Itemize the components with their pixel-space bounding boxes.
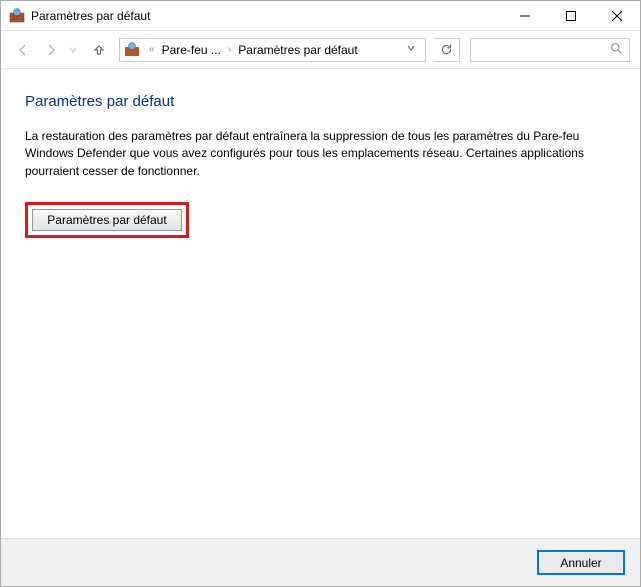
back-button[interactable] [11, 38, 35, 62]
cancel-button[interactable]: Annuler [538, 551, 624, 574]
address-bar[interactable]: « Pare-feu ... › Paramètres par défaut [119, 38, 426, 62]
content-area: Paramètres par défaut La restauration de… [1, 69, 640, 538]
highlight-annotation: Paramètres par défaut [25, 202, 189, 238]
up-button[interactable] [87, 38, 111, 62]
close-button[interactable] [594, 1, 640, 30]
search-icon [610, 42, 623, 58]
recent-locations-chevron[interactable] [67, 38, 79, 62]
page-heading: Paramètres par défaut [25, 93, 616, 110]
forward-button[interactable] [39, 38, 63, 62]
minimize-button[interactable] [502, 1, 548, 30]
breadcrumb-item[interactable]: Pare-feu ... [160, 43, 223, 57]
chevron-right-icon: › [223, 44, 236, 55]
firewall-icon [9, 8, 25, 24]
search-box[interactable] [470, 38, 630, 62]
maximize-button[interactable] [548, 1, 594, 30]
window-title: Paramètres par défaut [31, 9, 502, 23]
window-controls [502, 1, 640, 30]
footer-bar: Annuler [1, 538, 640, 586]
breadcrumb-prefix: « [144, 44, 160, 55]
restore-defaults-button[interactable]: Paramètres par défaut [32, 209, 182, 231]
breadcrumb-item[interactable]: Paramètres par défaut [236, 43, 359, 57]
firewall-icon [124, 42, 140, 58]
address-dropdown-chevron[interactable] [401, 44, 421, 55]
titlebar: Paramètres par défaut [1, 1, 640, 31]
page-description: La restauration des paramètres par défau… [25, 128, 615, 180]
refresh-button[interactable] [434, 38, 460, 62]
navigation-bar: « Pare-feu ... › Paramètres par défaut [1, 31, 640, 69]
search-input[interactable] [477, 43, 610, 57]
